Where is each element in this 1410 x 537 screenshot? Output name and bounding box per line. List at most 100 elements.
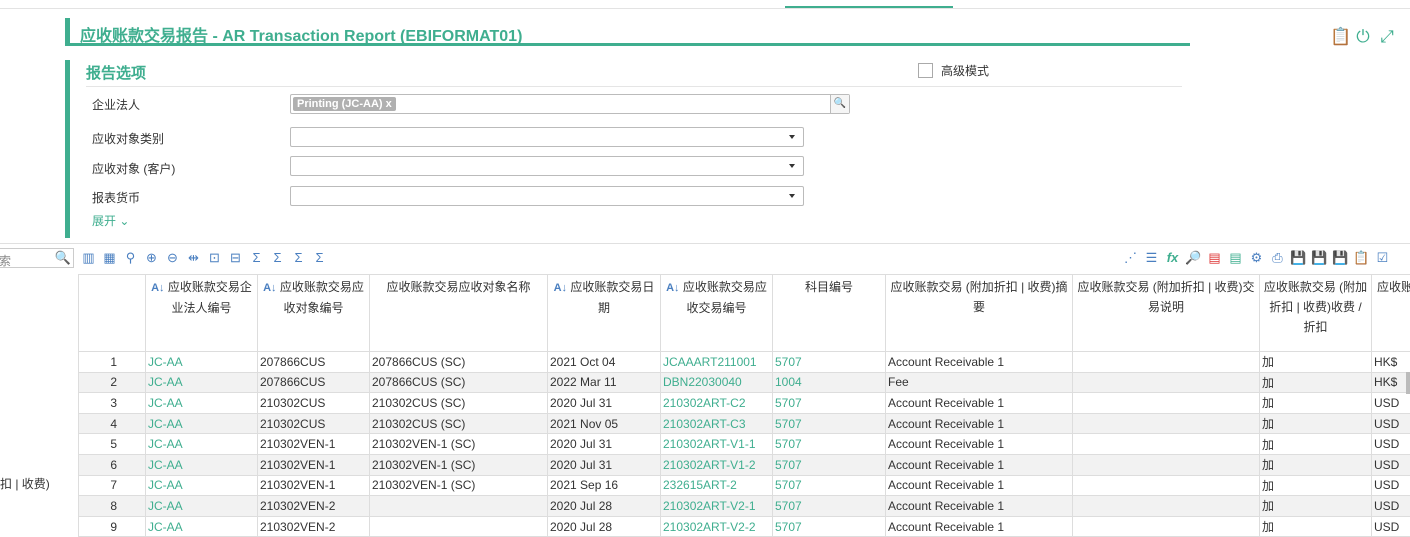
table-row[interactable]: 9 JC-AA 210302VEN-2 2020 Jul 28 210302ART-V2… (78, 515, 1410, 537)
save-as-icon[interactable]: 💾 (1332, 249, 1349, 266)
col-header-object-name[interactable]: 应收账款交易应收对象名称 (369, 274, 548, 352)
table-cell[interactable]: 5707 (772, 412, 886, 435)
table-cell[interactable]: 210302ART-V2-1 (660, 495, 773, 517)
table-row[interactable]: 2 JC-AA 207866CUS 207866CUS (SC) 2022 Mar 11… (78, 371, 1410, 394)
table-cell[interactable]: 1004 (772, 371, 886, 394)
table-row[interactable]: 6 JC-AA 210302VEN-1 210302VEN-1 (SC) 2020 Ju… (78, 453, 1410, 476)
pdf-icon[interactable]: ▤ (1206, 249, 1223, 266)
fit-icon[interactable]: ⊡ (206, 249, 223, 266)
split-icon[interactable]: ⇹ (185, 249, 202, 266)
zoom-icon[interactable]: 🔎 (1185, 249, 1202, 266)
table-cell (1072, 351, 1260, 373)
sum-icon[interactable]: Σ (248, 249, 265, 266)
sort-az-icon[interactable]: A↓ (151, 282, 164, 294)
table-remove-icon[interactable]: ▦ (101, 249, 118, 266)
table-cell[interactable]: 5707 (772, 392, 886, 414)
sum-remove-icon[interactable]: Σ (269, 249, 286, 266)
table-cell[interactable]: 5707 (772, 474, 886, 497)
entity-multiselect[interactable]: Printing (JC-AA) x 🔍 (290, 94, 850, 114)
col-header-object-code[interactable]: A↓ 应收账款交易应收对象编号 (257, 274, 370, 352)
save-icon[interactable]: 💾 (1290, 249, 1307, 266)
table-row[interactable]: 3 JC-AA 210302CUS 210302CUS (SC) 2020 Jul 31… (78, 392, 1410, 414)
table-cell[interactable]: JC-AA (145, 371, 258, 394)
table-cell[interactable]: 5707 (772, 515, 886, 537)
table-cell[interactable]: DBN22030040 (660, 371, 773, 394)
print-settings-icon[interactable]: ⚙ (1248, 249, 1265, 266)
table-cell: 7 (78, 474, 146, 497)
col-header-currency[interactable]: 应收账 (1371, 274, 1410, 352)
advanced-mode-checkbox[interactable] (918, 63, 933, 78)
sum-export-icon[interactable]: Σ (311, 249, 328, 266)
table-cell[interactable]: JC-AA (145, 392, 258, 414)
table-cell[interactable]: JCAAART211001 (660, 351, 773, 373)
print-icon[interactable]: ⎙ (1269, 249, 1286, 266)
table-cell[interactable]: JC-AA (145, 433, 258, 455)
top-nav-line (0, 0, 1410, 9)
chart-icon[interactable]: ⋰ (1122, 249, 1139, 266)
table-cell[interactable]: 5707 (772, 433, 886, 455)
table-cell: 加 (1259, 433, 1372, 455)
table-row[interactable]: 5 JC-AA 210302VEN-1 210302VEN-1 (SC) 2020 Ju… (78, 433, 1410, 455)
formula-icon[interactable]: fx (1164, 249, 1181, 266)
sum-view-icon[interactable]: Σ (290, 249, 307, 266)
table-cell[interactable]: JC-AA (145, 412, 258, 435)
paste-icon[interactable]: 📋 (1353, 249, 1370, 266)
col-header-summary[interactable]: 应收账款交易 (附加折扣 | 收费)摘要 (885, 274, 1073, 352)
expand-icon[interactable]: ⤢ (1378, 28, 1396, 46)
table-cell[interactable]: 232615ART-2 (660, 474, 773, 497)
table-cell (1072, 495, 1260, 517)
table-row[interactable]: 8 JC-AA 210302VEN-2 2020 Jul 28 210302ART-V2… (78, 495, 1410, 517)
sort-az-icon[interactable]: A↓ (554, 282, 567, 294)
table-cell[interactable]: JC-AA (145, 515, 258, 537)
advanced-mode-toggle[interactable]: 高级模式 (918, 62, 989, 79)
col-header-charge-discount[interactable]: 应收账款交易 (附加折扣 | 收费)收费 / 折扣 (1259, 274, 1372, 352)
table-cell: 2 (78, 371, 146, 394)
table-cell: 210302CUS (257, 412, 370, 435)
table-cell[interactable]: JC-AA (145, 351, 258, 373)
col-header-account-code[interactable]: 科目编号 (772, 274, 886, 352)
chip-remove-icon[interactable]: x (386, 98, 392, 110)
receivable-type-select[interactable] (290, 127, 804, 147)
search-input[interactable]: 索 🔍 (0, 248, 74, 268)
table-row[interactable]: 1 JC-AA 207866CUS 207866CUS (SC) 2021 Oct 04… (78, 351, 1410, 373)
table-cell[interactable]: 210302ART-V2-2 (660, 515, 773, 537)
table-cell[interactable]: 5707 (772, 453, 886, 476)
col-header-description[interactable]: 应收账款交易 (附加折扣 | 收费)交易说明 (1072, 274, 1260, 352)
add-icon[interactable]: ⊕ (143, 249, 160, 266)
table-cell[interactable]: 210302ART-V1-2 (660, 453, 773, 476)
table-cell[interactable]: 5707 (772, 495, 886, 517)
column-remove-icon[interactable]: ▥ (80, 249, 97, 266)
table-row[interactable]: 4 JC-AA 210302CUS 210302CUS (SC) 2021 Nov 05… (78, 412, 1410, 435)
table-cell[interactable]: JC-AA (145, 495, 258, 517)
search-icon[interactable]: 🔍 (830, 95, 849, 113)
remove-icon[interactable]: ⊖ (164, 249, 181, 266)
table-cell[interactable]: 210302ART-V1-1 (660, 433, 773, 455)
table-cell[interactable]: 210302ART-C3 (660, 412, 773, 435)
col-header-date[interactable]: A↓ 应收账款交易日期 (547, 274, 661, 352)
col-header-entity[interactable]: A↓ 应收账款交易企业法人编号 (145, 274, 258, 352)
table-cell[interactable]: JC-AA (145, 453, 258, 476)
table-row[interactable]: 7 JC-AA 210302VEN-1 210302VEN-1 (SC) 2021 Se… (78, 474, 1410, 497)
excel-icon[interactable]: ▤ (1227, 249, 1244, 266)
width-icon[interactable]: ⊟ (227, 249, 244, 266)
table-cell: 210302VEN-1 (SC) (369, 453, 548, 476)
left-panel-field-label[interactable]: 扣 | 收费) (0, 475, 50, 492)
table-cell[interactable]: JC-AA (145, 474, 258, 497)
expand-link[interactable]: 展开 ⌄ (92, 212, 129, 229)
save-add-icon[interactable]: 💾 (1311, 249, 1328, 266)
filter-icon[interactable]: ⚲ (122, 249, 139, 266)
sort-az-icon[interactable]: A↓ (666, 282, 679, 294)
entity-chip[interactable]: Printing (JC-AA) x (293, 97, 396, 111)
rows-icon[interactable]: ☰ (1143, 249, 1160, 266)
table-cell[interactable]: 210302ART-C2 (660, 392, 773, 414)
currency-select[interactable] (290, 186, 804, 206)
receivable-customer-select[interactable] (290, 156, 804, 176)
clipboard-icon[interactable]: 📋 (1330, 28, 1351, 46)
power-icon[interactable]: ⏻ (1354, 28, 1372, 46)
check-icon[interactable]: ☑ (1374, 249, 1391, 266)
search-icon[interactable]: 🔍 (55, 250, 71, 266)
col-header-transaction-code[interactable]: A↓ 应收账款交易应收交易编号 (660, 274, 773, 352)
sort-az-icon[interactable]: A↓ (263, 282, 276, 294)
vertical-scrollbar[interactable] (1406, 372, 1410, 394)
table-cell[interactable]: 5707 (772, 351, 886, 373)
